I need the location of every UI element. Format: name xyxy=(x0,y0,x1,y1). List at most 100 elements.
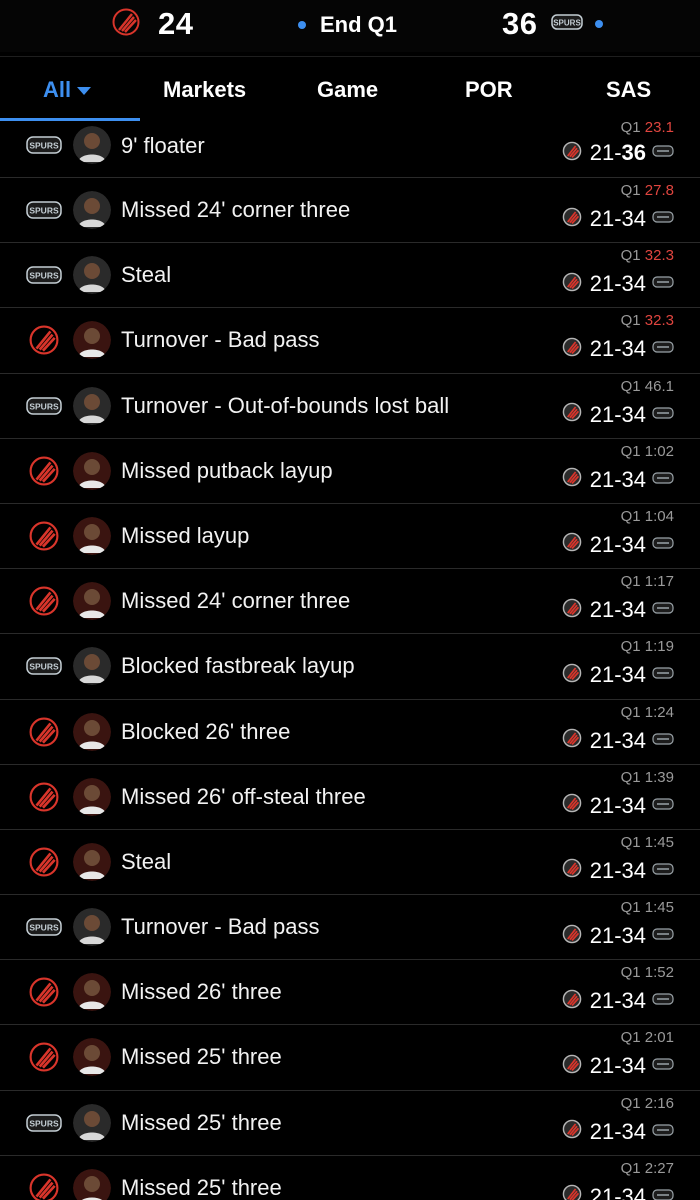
play-clock: 32.3 xyxy=(644,312,674,330)
running-home-score: 21 xyxy=(589,857,615,883)
running-home-score: 21 xyxy=(589,923,615,949)
running-score: 21-34 xyxy=(562,988,674,1014)
running-away-score: 34 xyxy=(621,857,646,883)
play-row[interactable]: Missed layup Q1 1:04 21-34 xyxy=(0,504,700,570)
play-row[interactable]: Missed 26' off-steal three Q1 1:39 21-34 xyxy=(0,765,700,830)
running-score: 21-34 xyxy=(562,271,674,297)
svg-text:SPURS: SPURS xyxy=(29,662,59,672)
play-row[interactable]: SPURS 9' floater Q1 23.1 21-36 xyxy=(0,120,700,178)
blazers-logo-icon xyxy=(26,583,62,619)
svg-text:SPURS: SPURS xyxy=(29,206,59,216)
play-row[interactable]: Blocked 26' three Q1 1:24 21-34 xyxy=(0,700,700,765)
spurs-small-logo-icon xyxy=(652,144,674,162)
play-clock: 27.8 xyxy=(644,182,674,199)
play-description: Missed 25' three xyxy=(121,1174,282,1200)
play-time: Q1 23.1 xyxy=(621,120,674,136)
play-by-play-list[interactable]: SPURS 9' floater Q1 23.1 21-36 SPURS Mis… xyxy=(0,120,700,1200)
tab-all[interactable]: All xyxy=(43,77,92,103)
blazers-logo-icon xyxy=(26,1039,62,1075)
running-home-score: 21 xyxy=(589,271,615,297)
play-time: Q1 2:27 xyxy=(621,1160,674,1177)
play-time: Q1 46.1 xyxy=(621,378,674,395)
play-period: Q1 xyxy=(620,573,641,591)
play-row[interactable]: SPURS Missed 25' three Q1 2:16 21-34 xyxy=(0,1091,700,1156)
spurs-small-logo-icon xyxy=(652,471,674,489)
running-score: 21-36 xyxy=(562,140,674,166)
spurs-logo-icon: SPURS xyxy=(26,909,62,945)
play-clock: 2:16 xyxy=(644,1094,674,1112)
play-period: Q1 xyxy=(620,899,641,917)
tab-game[interactable]: Game xyxy=(317,77,378,103)
svg-text:SPURS: SPURS xyxy=(29,1118,59,1128)
running-away-score: 34 xyxy=(621,271,646,297)
play-row[interactable]: Turnover - Bad pass Q1 32.3 21-34 xyxy=(0,308,700,374)
away-indicator-dot-icon xyxy=(595,20,604,28)
spurs-logo-icon: SPURS xyxy=(26,257,62,293)
play-clock: 1:19 xyxy=(644,638,674,656)
running-score: 21-34 xyxy=(562,793,674,819)
play-clock: 1:24 xyxy=(644,703,674,721)
running-score: 21-34 xyxy=(562,728,674,754)
running-score-text: 21-34 xyxy=(589,1118,646,1144)
tab-por[interactable]: POR xyxy=(465,77,513,103)
running-home-score: 21 xyxy=(589,1183,615,1200)
play-period: Q1 xyxy=(620,638,641,656)
play-period: Q1 xyxy=(620,1159,641,1177)
running-home-score: 21 xyxy=(589,206,615,231)
blazers-small-logo-icon xyxy=(562,793,582,818)
running-score-text: 21-34 xyxy=(589,662,646,688)
svg-text:SPURS: SPURS xyxy=(29,923,59,933)
play-description: Missed putback layup xyxy=(121,457,333,483)
running-home-score: 21 xyxy=(589,597,615,623)
play-row[interactable]: Missed putback layup Q1 1:02 21-34 xyxy=(0,439,700,504)
spurs-logo-icon: SPURS xyxy=(26,192,62,228)
running-away-score: 34 xyxy=(621,923,646,949)
running-score: 21-34 xyxy=(562,1119,674,1145)
running-score-text: 21-34 xyxy=(589,727,646,753)
play-row[interactable]: SPURS Missed 24' corner three Q1 27.8 21… xyxy=(0,178,700,244)
play-row[interactable]: Missed 25' three Q1 2:01 21-34 xyxy=(0,1025,700,1091)
play-time: Q1 27.8 xyxy=(621,182,674,199)
play-row[interactable]: Missed 26' three Q1 1:52 21-34 xyxy=(0,960,700,1026)
play-description: Missed layup xyxy=(121,522,250,548)
player-avatar xyxy=(73,191,111,229)
running-away-score: 34 xyxy=(621,531,646,557)
play-row[interactable]: SPURS Turnover - Bad pass Q1 1:45 21-34 xyxy=(0,895,700,961)
blazers-logo-icon xyxy=(26,453,62,489)
running-score: 21-34 xyxy=(562,402,674,428)
filter-tabs: All Markets Game POR SAS xyxy=(0,56,700,121)
spurs-logo-icon: SPURS xyxy=(26,127,62,163)
game-status-text: End Q1 xyxy=(320,12,398,37)
play-clock: 1:45 xyxy=(644,899,674,917)
blazers-logo-icon xyxy=(26,518,62,554)
running-away-score: 34 xyxy=(621,336,646,362)
running-score-text: 21-34 xyxy=(589,206,646,231)
running-score-text: 21-34 xyxy=(589,857,646,883)
tab-sas[interactable]: SAS xyxy=(606,77,651,103)
blazers-small-logo-icon xyxy=(562,1184,582,1200)
play-row[interactable]: SPURS Blocked fastbreak layup Q1 1:19 21… xyxy=(0,634,700,700)
play-clock: 46.1 xyxy=(644,377,674,395)
tab-markets[interactable]: Markets xyxy=(163,77,246,103)
play-period: Q1 xyxy=(620,377,641,395)
spurs-small-logo-icon xyxy=(652,797,674,815)
running-score: 21-34 xyxy=(562,597,674,623)
play-description: Turnover - Out-of-bounds lost ball xyxy=(121,392,450,418)
play-row[interactable]: SPURS Steal Q1 32.3 21-34 xyxy=(0,243,700,309)
player-avatar xyxy=(73,842,111,881)
blazers-small-logo-icon xyxy=(562,598,582,623)
play-time: Q1 1:19 xyxy=(621,638,674,655)
play-description: Blocked 26' three xyxy=(121,718,291,744)
running-score: 21-34 xyxy=(562,1053,674,1079)
play-row[interactable]: SPURS Turnover - Out-of-bounds lost ball… xyxy=(0,374,700,439)
blazers-small-logo-icon xyxy=(562,467,582,492)
play-row[interactable]: Steal Q1 1:45 21-34 xyxy=(0,830,700,896)
play-time: Q1 1:17 xyxy=(621,573,674,590)
player-avatar xyxy=(73,516,111,555)
play-row[interactable]: Missed 25' three Q1 2:27 21-34 xyxy=(0,1156,700,1200)
play-period: Q1 xyxy=(620,703,641,721)
running-away-score: 34 xyxy=(621,988,646,1014)
running-away-score: 34 xyxy=(621,466,646,492)
running-home-score: 21 xyxy=(589,140,615,165)
play-row[interactable]: Missed 24' corner three Q1 1:17 21-34 xyxy=(0,569,700,635)
